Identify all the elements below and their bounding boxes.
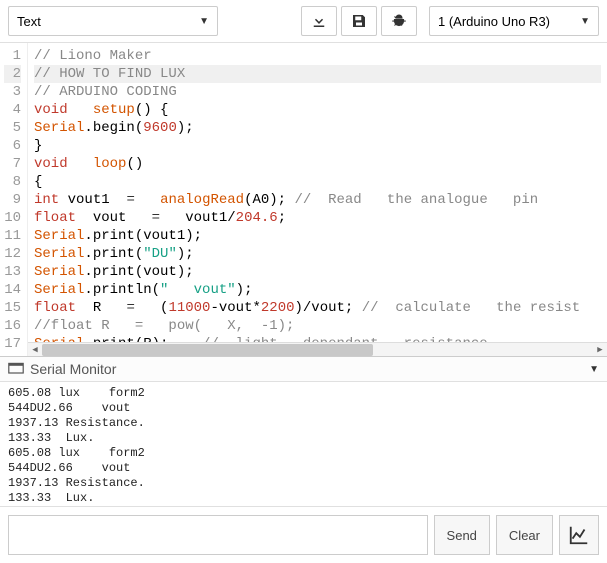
- code-line[interactable]: Serial.println(" vout");: [34, 281, 601, 299]
- board-dropdown[interactable]: 1 (Arduino Uno R3) ▼: [429, 6, 599, 36]
- code-line[interactable]: float vout = vout1/204.6;: [34, 209, 601, 227]
- code-line[interactable]: void loop(): [34, 155, 601, 173]
- bug-icon: [390, 12, 408, 30]
- code-line[interactable]: void setup() {: [34, 101, 601, 119]
- serial-input[interactable]: [8, 515, 428, 555]
- code-line[interactable]: // HOW TO FIND LUX: [34, 65, 601, 83]
- code-line[interactable]: {: [34, 173, 601, 191]
- code-line[interactable]: float R = (11000-vout*2200)/vout; // cal…: [34, 299, 601, 317]
- scroll-track[interactable]: [42, 343, 593, 357]
- code-line[interactable]: Serial.print(vout);: [34, 263, 601, 281]
- line-number: 6: [4, 137, 21, 155]
- code-line[interactable]: // ARDUINO CODING: [34, 83, 601, 101]
- line-gutter: 12345678910111213141516171819: [0, 43, 28, 356]
- line-number: 10: [4, 209, 21, 227]
- line-number: 9: [4, 191, 21, 209]
- line-number: 1: [4, 47, 21, 65]
- board-dropdown-label: 1 (Arduino Uno R3): [438, 14, 574, 29]
- plotter-icon: [568, 524, 590, 546]
- tool-buttons: [301, 6, 417, 36]
- serial-output: 605.08 lux form2 544DU2.66 vout 1937.13 …: [0, 382, 607, 506]
- scroll-right-arrow[interactable]: ▶: [593, 343, 607, 357]
- line-number: 7: [4, 155, 21, 173]
- line-number: 18: [4, 353, 21, 357]
- line-number: 2: [4, 65, 21, 83]
- line-number: 3: [4, 83, 21, 101]
- save-icon: [350, 12, 368, 30]
- line-number: 14: [4, 281, 21, 299]
- debug-button[interactable]: [381, 6, 417, 36]
- line-number: 4: [4, 101, 21, 119]
- line-number: 12: [4, 245, 21, 263]
- chevron-down-icon: ▼: [580, 16, 590, 27]
- line-number: 8: [4, 173, 21, 191]
- line-number: 15: [4, 299, 21, 317]
- scroll-left-arrow[interactable]: ◀: [28, 343, 42, 357]
- serial-monitor-title: Serial Monitor: [30, 361, 577, 377]
- serial-input-row: Send Clear: [0, 506, 607, 563]
- code-line[interactable]: //float R = pow( X, -1);: [34, 317, 601, 335]
- line-number: 16: [4, 317, 21, 335]
- line-number: 11: [4, 227, 21, 245]
- send-button[interactable]: Send: [434, 515, 490, 555]
- horizontal-scrollbar[interactable]: ◀ ▶: [28, 342, 607, 356]
- code-line[interactable]: Serial.print("DU");: [34, 245, 601, 263]
- monitor-icon: [8, 362, 24, 376]
- download-button[interactable]: [301, 6, 337, 36]
- plotter-button[interactable]: [559, 515, 599, 555]
- toolbar: Text ▼ 1 (Arduino Uno R3) ▼: [0, 0, 607, 43]
- save-button[interactable]: [341, 6, 377, 36]
- serial-monitor-header[interactable]: Serial Monitor ▼: [0, 357, 607, 382]
- line-number: 13: [4, 263, 21, 281]
- format-dropdown-label: Text: [17, 14, 193, 29]
- format-dropdown[interactable]: Text ▼: [8, 6, 218, 36]
- code-editor[interactable]: 12345678910111213141516171819 // Liono M…: [0, 43, 607, 357]
- code-line[interactable]: int vout1 = analogRead(A0); // Read the …: [34, 191, 601, 209]
- line-number: 5: [4, 119, 21, 137]
- code-line[interactable]: Serial.begin(9600);: [34, 119, 601, 137]
- code-line[interactable]: // Liono Maker: [34, 47, 601, 65]
- line-number: 17: [4, 335, 21, 353]
- chevron-down-icon: ▼: [199, 16, 209, 27]
- code-area[interactable]: // Liono Maker// HOW TO FIND LUX// ARDUI…: [28, 43, 607, 356]
- download-icon: [310, 12, 328, 30]
- chevron-down-icon[interactable]: ▼: [589, 364, 599, 375]
- scroll-thumb[interactable]: [42, 344, 373, 356]
- clear-button[interactable]: Clear: [496, 515, 553, 555]
- code-line[interactable]: Serial.print(vout1);: [34, 227, 601, 245]
- code-line[interactable]: }: [34, 137, 601, 155]
